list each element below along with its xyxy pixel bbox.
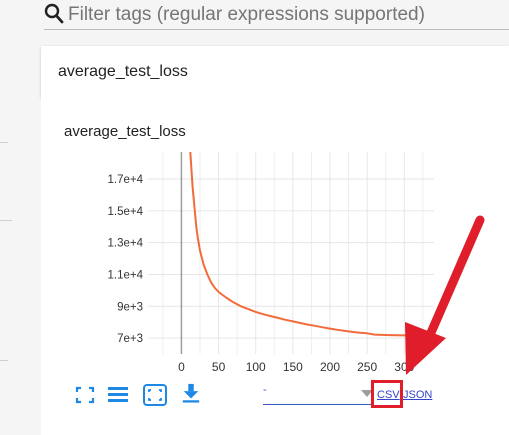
chart-card: average_test_loss 0 50 100 150 200 250 300 7e+3…	[41, 97, 509, 435]
expand-chart-icon[interactable]	[142, 383, 168, 407]
y-tick-label: 1.5e+4	[108, 206, 144, 218]
fit-domain-icon[interactable]	[74, 385, 96, 405]
x-tick-label: 100	[246, 360, 266, 374]
filter-underline	[44, 29, 509, 30]
category-header[interactable]: average_test_loss	[41, 46, 509, 97]
y-tick-label: 1.1e+4	[108, 269, 144, 281]
category-title: average_test_loss	[58, 63, 188, 80]
toggle-log-scale-icon[interactable]	[107, 385, 129, 405]
x-tick-label: 200	[320, 360, 340, 374]
sidebar-divider	[0, 220, 12, 221]
csv-highlight-box	[371, 380, 403, 408]
x-tick-label: 250	[357, 360, 377, 374]
x-tick-label: 300	[394, 360, 414, 374]
x-tick-label: 50	[212, 360, 226, 374]
sidebar-divider	[0, 360, 8, 361]
x-tick-label: 0	[178, 360, 185, 374]
y-tick-label: 1.7e+4	[108, 174, 144, 186]
download-json-link[interactable]: JSON	[403, 389, 432, 401]
sidebar-divider	[0, 142, 8, 143]
y-tick-label: 1.3e+4	[108, 238, 144, 250]
y-tick-label: 9e+3	[117, 301, 143, 313]
search-icon	[44, 3, 64, 24]
download-icon[interactable]	[180, 383, 202, 403]
sidebar-strip	[0, 0, 41, 435]
series-end-point	[407, 331, 417, 341]
tag-filter-input[interactable]	[68, 0, 508, 28]
x-tick-label: 150	[283, 360, 303, 374]
tag-filter-bar	[41, 0, 509, 30]
line-chart[interactable]: 0 50 100 150 200 250 300 7e+3 9e+3 1.1e+4 1.3e+4 1.…	[41, 97, 509, 377]
download-run-value: -	[263, 384, 267, 396]
y-tick-label: 7e+3	[117, 333, 143, 345]
download-run-select[interactable]: -	[263, 383, 373, 405]
